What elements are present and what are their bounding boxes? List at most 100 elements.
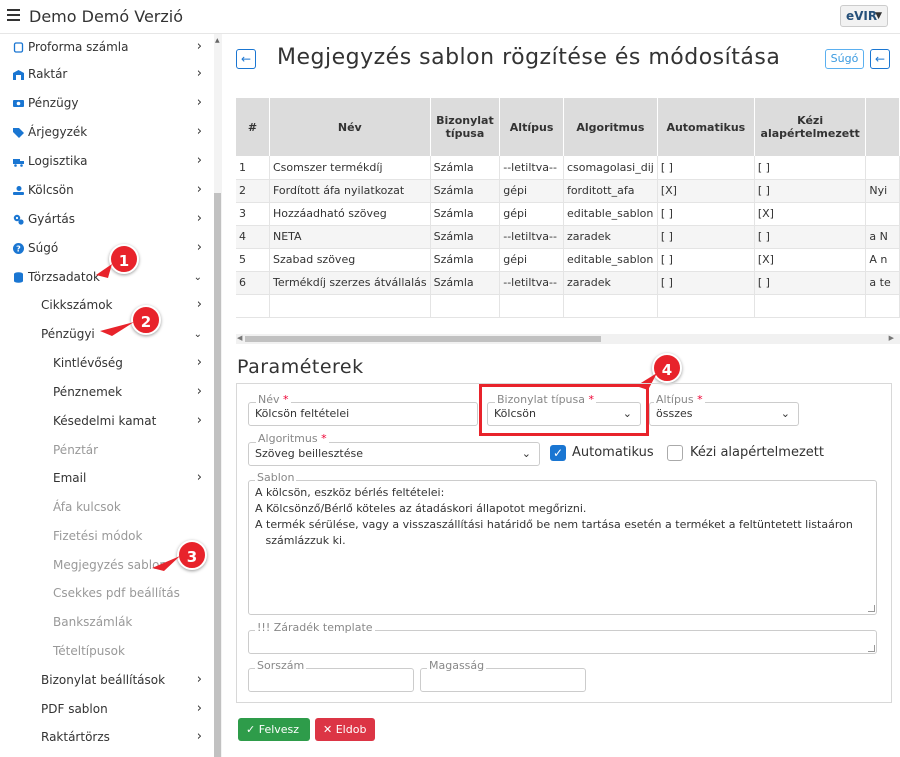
template-table: # Név Bizonylat típusa Altípus Algoritmu… [236,98,900,322]
sidebar-item-label: Fizetési módok [53,529,143,543]
algorithm-select[interactable]: Szöveg beillesztése ⌄ [248,442,540,466]
sidebar-item-gyartas[interactable]: Gyártás › [0,206,214,235]
chevron-right-icon: › [196,672,202,687]
sidebar: Proforma számla › Raktár › Pénzügy › Árj… [0,34,214,757]
sidebar-item-label: Pénznemek [53,385,123,399]
sidebar-item-proforma-szamla[interactable]: Proforma számla › [0,34,214,63]
discard-button[interactable]: ✕ Eldob [315,718,375,741]
table-row[interactable]: 5 Szabad szöveg Számla gépi editable_sablon[… [236,248,900,272]
sidebar-item-csekkes-pdf[interactable]: Csekkes pdf beállítás [0,580,214,609]
chevron-right-icon: › [196,413,202,428]
required-marker: * [317,432,327,445]
scroll-up-icon[interactable]: ▲ [215,37,220,44]
table-cell: zaradek [563,225,658,249]
algorithm-label-text: Algoritmus [258,432,318,445]
table-row[interactable]: 1 Csomszer termékdíj Számla --letiltva-- cso… [236,156,900,180]
chevron-right-icon: › [196,470,202,485]
column-header[interactable] [865,98,900,156]
sidebar-item-label: PDF sablon [41,702,108,716]
chevron-right-icon: › [196,182,202,197]
sidebar-item-kintlevoseg[interactable]: Kintlévőség › [0,350,214,379]
callout-badge: 4 [652,353,682,383]
table-cell: a te [865,271,900,295]
table-cell: 4 [236,225,270,249]
help-button[interactable]: Súgó [825,49,864,69]
sidebar-item-sugo[interactable]: ? Súgó › [0,235,214,264]
sidebar-item-bizonylat-beallitasok[interactable]: Bizonylat beállítások › [0,667,214,696]
sidebar-item-penzugyi[interactable]: Pénzügyi ⌄ [0,321,214,350]
algorithm-value: Szöveg beillesztése [255,447,364,460]
sidebar-item-email[interactable]: Email › [0,465,214,494]
caret-down-icon: ▼ [875,11,882,21]
table-row[interactable]: 3 Hozzáadható szöveg Számla gépi editable_sa… [236,202,900,226]
table-row-empty [236,294,900,318]
column-header[interactable]: Bizonylat típusa [430,98,501,156]
column-header[interactable]: Altípus [499,98,564,156]
back-button-right[interactable]: ← [870,49,890,69]
sidebar-item-label: Pénztár [53,443,99,457]
name-label-text: Név [258,393,280,406]
money-icon [13,100,24,107]
table-cell: Számla [430,248,501,272]
column-header[interactable]: Automatikus [657,98,755,156]
resize-grip-icon[interactable] [868,645,875,652]
table-row[interactable]: 2 Fordított áfa nyilatkozat Számla gépi ford… [236,179,900,203]
database-icon [14,272,23,283]
sidebar-item-arjegyzek[interactable]: Árjegyzék › [0,119,214,148]
sidebar-item-penzugy[interactable]: Pénzügy › [0,90,214,119]
table-horizontal-scrollbar[interactable]: ◀ ▶ [236,334,900,344]
table-cell: forditott_afa [563,179,658,203]
sidebar-item-teteltipusok[interactable]: Tételtípusok [0,638,214,667]
sidebar-item-cikkszamok[interactable]: Cikkszámok › [0,292,214,321]
save-button[interactable]: ✓ Felvesz [238,718,310,741]
section-title: Paraméterek [237,356,364,378]
sidebar-item-penztar[interactable]: Pénztár [0,437,214,466]
menu-icon[interactable] [7,9,20,21]
sidebar-item-label: Logisztika [28,154,88,168]
scroll-right-icon[interactable]: ▶ [889,334,894,342]
scroll-left-icon[interactable]: ◀ [237,334,242,342]
sidebar-item-label: Pénzügy [28,96,79,110]
column-header[interactable]: Algoritmus [563,98,658,156]
sidebar-item-label: Proforma számla [28,40,129,54]
subtype-label-text: Altípus [656,393,694,406]
sidebar-item-kesedelmi-kamat[interactable]: Késedelmi kamat › [0,408,214,437]
sidebar-scrollbar-thumb[interactable] [214,193,221,757]
scrollbar-thumb[interactable] [245,336,601,342]
table-cell: editable_sablon [563,248,658,272]
sidebar-item-afa-kulcsok[interactable]: Áfa kulcsok [0,494,214,523]
column-header[interactable]: Kézi alapértelmezett [754,98,867,156]
automatic-checkbox[interactable]: ✓ [550,445,566,461]
column-header[interactable]: Név [269,98,431,156]
callout-badge: 2 [131,305,161,335]
highlight-box [479,384,649,436]
resize-grip-icon[interactable] [868,605,875,612]
table-row[interactable]: 6 Termékdíj szerzes átvállalás Számla --let… [236,271,900,295]
table-cell: Csomszer termékdíj [269,156,431,180]
app-logo-dropdown[interactable]: eVIR ▼ [840,5,888,27]
table-cell: Szabad szöveg [269,248,431,272]
sidebar-item-bankszamlak[interactable]: Bankszámlák [0,609,214,638]
sidebar-item-pdf-sablon[interactable]: PDF sablon › [0,696,214,725]
template-textarea[interactable]: A kölcsön, eszköz bérlés feltételei: A K… [248,480,877,615]
sidebar-item-logisztika[interactable]: Logisztika › [0,148,214,177]
subtype-label: Altípus * [654,393,705,406]
page-title: Megjegyzés sablon rögzítése és módosítás… [277,45,781,70]
table-cell: Fordított áfa nyilatkozat [269,179,431,203]
chevron-right-icon: › [196,211,202,226]
sidebar-item-penznemek[interactable]: Pénznemek › [0,379,214,408]
sidebar-item-raktartorzs[interactable]: Raktártörzs › [0,724,214,753]
sidebar-item-kolcson[interactable]: Kölcsön › [0,177,214,206]
sidebar-item-torzsadatok[interactable]: Törzsadatok ⌄ [0,264,214,293]
back-button[interactable]: ← [236,49,256,69]
chevron-right-icon: › [196,66,202,81]
manual-default-checkbox[interactable] [667,445,683,461]
chevron-right-icon: › [196,297,202,312]
table-cell: gépi [499,179,564,203]
table-cell: Számla [430,202,501,226]
chevron-right-icon: › [196,240,202,255]
chevron-right-icon: › [196,729,202,744]
column-header[interactable]: # [236,98,270,156]
sidebar-item-raktar[interactable]: Raktár › [0,61,214,90]
table-row[interactable]: 4 NETA Számla --letiltva-- zaradek[ ][ ] a N [236,225,900,249]
